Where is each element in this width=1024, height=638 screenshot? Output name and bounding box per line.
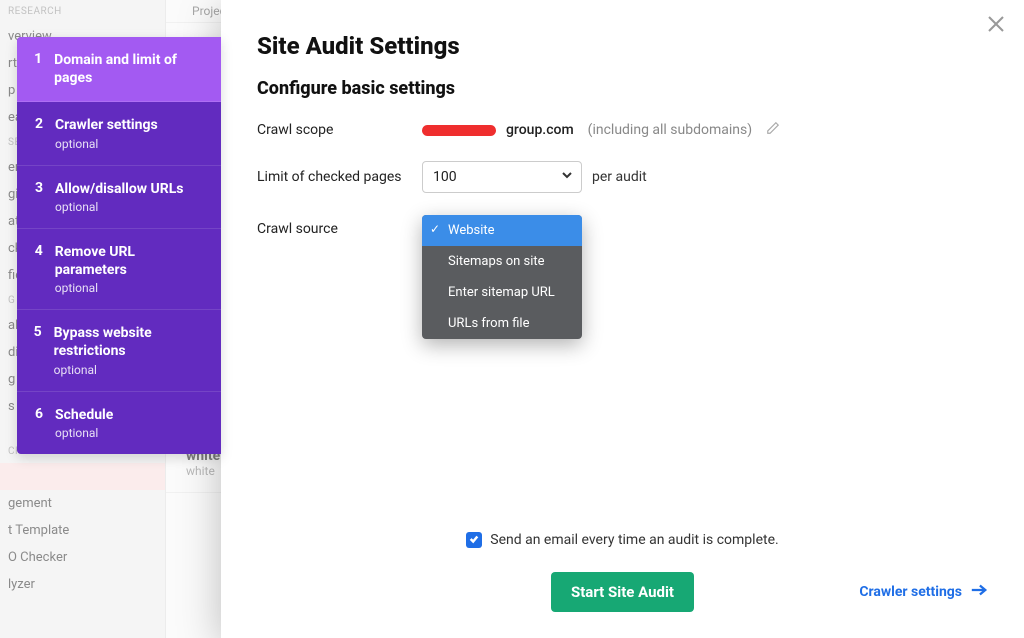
bg-nav-item: gement bbox=[0, 490, 165, 517]
wizard-step-number: 2 bbox=[31, 116, 43, 150]
source-label: Crawl source bbox=[257, 215, 422, 237]
bg-nav-item bbox=[0, 463, 165, 490]
wizard-step-optional: optional bbox=[55, 137, 158, 151]
wizard-step-1[interactable]: 1 Domain and limit of pages bbox=[17, 37, 221, 102]
wizard-step-label: Remove URL parameters bbox=[55, 244, 135, 278]
redacted-domain-part bbox=[422, 125, 496, 136]
wizard-step-label: Allow/disallow URLs bbox=[55, 181, 184, 197]
source-option-sitemaps[interactable]: Sitemaps on site bbox=[422, 246, 582, 277]
wizard-step-number: 6 bbox=[31, 406, 43, 440]
arrow-right-icon bbox=[970, 583, 988, 601]
source-option-enter-url[interactable]: Enter sitemap URL bbox=[422, 277, 582, 308]
start-audit-button[interactable]: Start Site Audit bbox=[551, 572, 694, 612]
wizard-step-optional: optional bbox=[55, 426, 113, 440]
modal-footer: Send an email every time an audit is com… bbox=[221, 532, 1024, 612]
wizard-step-label: Schedule bbox=[55, 407, 113, 423]
limit-label: Limit of checked pages bbox=[257, 169, 422, 185]
pencil-icon[interactable] bbox=[766, 121, 780, 139]
bg-nav-item: O Checker bbox=[0, 544, 165, 571]
wizard-step-label: Crawler settings bbox=[55, 117, 158, 133]
wizard-step-optional: optional bbox=[55, 200, 184, 214]
wizard-step-label: Domain and limit of pages bbox=[54, 52, 177, 86]
wizard-step-4[interactable]: 4 Remove URL parameters optional bbox=[17, 229, 221, 310]
crawl-scope-row: Crawl scope group.com (including all sub… bbox=[257, 121, 988, 139]
check-icon bbox=[469, 532, 479, 548]
crawl-scope-label: Crawl scope bbox=[257, 122, 422, 138]
crawler-settings-link[interactable]: Crawler settings bbox=[859, 583, 988, 601]
chevron-down-icon bbox=[561, 169, 573, 185]
wizard-step-2[interactable]: 2 Crawler settings optional bbox=[17, 102, 221, 165]
wizard-step-number: 5 bbox=[31, 324, 42, 376]
close-button[interactable] bbox=[986, 14, 1006, 38]
wizard-step-5[interactable]: 5 Bypass website restrictions optional bbox=[17, 310, 221, 391]
limit-row: Limit of checked pages 100 per audit bbox=[257, 161, 988, 193]
wizard-step-label: Bypass website restrictions bbox=[54, 325, 152, 359]
email-checkbox-row: Send an email every time an audit is com… bbox=[257, 532, 988, 548]
limit-value: 100 bbox=[433, 169, 457, 185]
source-option-urls-file[interactable]: URLs from file bbox=[422, 308, 582, 339]
wizard-step-optional: optional bbox=[54, 363, 207, 377]
bg-nav-item: lyzer bbox=[0, 571, 165, 598]
source-row: Crawl source Website Sitemaps on site En… bbox=[257, 215, 988, 247]
action-row: Start Site Audit Crawler settings bbox=[257, 572, 988, 612]
source-dropdown: Website Sitemaps on site Enter sitemap U… bbox=[422, 215, 582, 339]
bg-nav-item: t Template bbox=[0, 517, 165, 544]
wizard-step-number: 4 bbox=[31, 243, 43, 295]
email-checkbox-label: Send an email every time an audit is com… bbox=[490, 532, 778, 548]
bg-section-research: RESEARCH bbox=[0, 0, 165, 23]
email-checkbox[interactable] bbox=[466, 532, 482, 548]
crawl-scope-domain: group.com bbox=[506, 122, 574, 138]
crawler-settings-link-text: Crawler settings bbox=[859, 584, 962, 600]
wizard-step-number: 1 bbox=[31, 51, 42, 87]
settings-modal: Site Audit Settings Configure basic sett… bbox=[221, 0, 1024, 638]
limit-select[interactable]: 100 bbox=[422, 161, 582, 193]
wizard-step-optional: optional bbox=[55, 281, 207, 295]
modal-title: Site Audit Settings bbox=[257, 32, 988, 60]
wizard-step-6[interactable]: 6 Schedule optional bbox=[17, 392, 221, 454]
wizard-step-3[interactable]: 3 Allow/disallow URLs optional bbox=[17, 166, 221, 229]
wizard-step-number: 3 bbox=[31, 180, 43, 214]
crawl-scope-note: (including all subdomains) bbox=[588, 122, 752, 138]
source-option-website[interactable]: Website bbox=[422, 215, 582, 246]
per-audit-text: per audit bbox=[592, 169, 647, 185]
close-icon bbox=[986, 19, 1006, 38]
modal-subtitle: Configure basic settings bbox=[257, 78, 988, 99]
wizard-sidebar: 1 Domain and limit of pages 2 Crawler se… bbox=[17, 37, 221, 454]
